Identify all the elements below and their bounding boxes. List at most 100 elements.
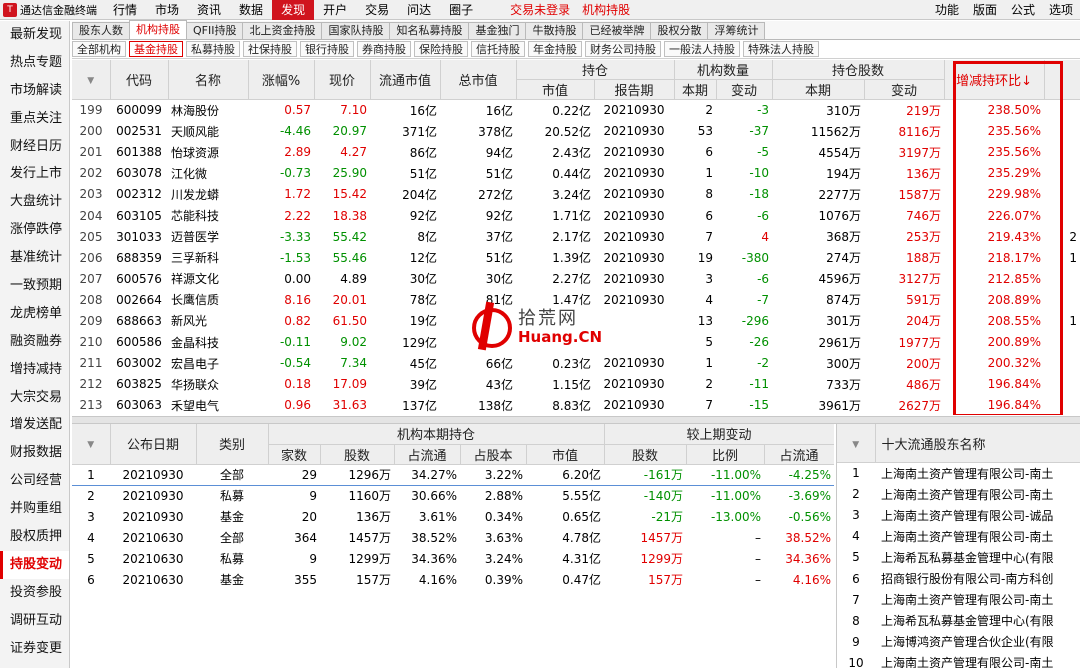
menu-item-8[interactable]: 圈子 xyxy=(440,0,482,20)
col-header-float-cap[interactable]: 流通市值 xyxy=(370,60,441,100)
sidebar-item-9[interactable]: 一致预期 xyxy=(0,272,69,300)
sidebar-item-8[interactable]: 基准统计 xyxy=(0,244,69,272)
subtab-1[interactable]: 基金持股 xyxy=(129,41,183,57)
sort-toggle-icon[interactable]: ▼ xyxy=(72,60,111,100)
bl-col-count[interactable]: 家数 xyxy=(268,444,321,465)
bl-col-mv[interactable]: 市值 xyxy=(526,444,605,465)
table-row[interactable]: 213 603063 禾望电气 0.96 31.63 137亿 138亿 8.83亿 20210… xyxy=(72,395,1080,415)
subtab-6[interactable]: 保险持股 xyxy=(414,41,468,57)
col-header-code[interactable]: 代码 xyxy=(110,60,169,100)
bl-col-date[interactable]: 公布日期 xyxy=(110,424,197,465)
subtab-9[interactable]: 财务公司持股 xyxy=(585,41,661,57)
right-menu-item-2[interactable]: 公式 xyxy=(1004,0,1042,20)
br-sort-toggle-icon[interactable]: ▼ xyxy=(837,424,876,463)
sidebar-item-12[interactable]: 增持减持 xyxy=(0,356,69,384)
holder-row[interactable]: 5 上海希瓦私募基金管理中心(有限 xyxy=(837,547,1080,568)
holder-row[interactable]: 3 上海南土资产管理有限公司-诚品 xyxy=(837,505,1080,526)
table-row[interactable]: 200 002531 天顺风能 -4.46 20.97 371亿 378亿 20.52亿 202… xyxy=(72,121,1080,142)
bl-col-float-pct[interactable]: 占流通 xyxy=(394,444,461,465)
col-header-total-cap[interactable]: 总市值 xyxy=(440,60,517,100)
table-row[interactable]: 201 601388 怡球资源 2.89 4.27 86亿 94亿 2.43亿 20210930… xyxy=(72,142,1080,163)
table-row[interactable]: 204 603105 芯能科技 2.22 18.38 92亿 92亿 1.71亿 2021093… xyxy=(72,205,1080,226)
tab-1[interactable]: 机构持股 xyxy=(129,20,187,39)
sidebar-item-20[interactable]: 投资参股 xyxy=(0,579,69,607)
right-menu-item-0[interactable]: 功能 xyxy=(928,0,966,20)
col-header-price[interactable]: 现价 xyxy=(314,60,371,100)
bl-col-chg-ratio[interactable]: 比例 xyxy=(686,444,765,465)
panel-divider[interactable] xyxy=(72,416,1080,424)
col-header-shares-change[interactable]: 变动 xyxy=(864,79,945,100)
sidebar-item-10[interactable]: 龙虎榜单 xyxy=(0,300,69,328)
bl-col-category[interactable]: 类别 xyxy=(196,424,269,465)
table-row[interactable]: 202 603078 江化微 -0.73 25.90 51亿 51亿 0.44亿 2021093… xyxy=(72,163,1080,184)
table-row[interactable]: 199 600099 林海股份 0.57 7.10 16亿 16亿 0.22亿 20210930… xyxy=(72,100,1080,121)
table-row[interactable]: 211 603002 宏昌电子 -0.54 7.34 45亿 66亿 0.23亿 2021093… xyxy=(72,353,1080,374)
sidebar-item-3[interactable]: 重点关注 xyxy=(0,105,69,133)
subtab-7[interactable]: 信托持股 xyxy=(471,41,525,57)
sidebar-item-16[interactable]: 公司经营 xyxy=(0,467,69,495)
col-header-qoq-change[interactable]: 增减持环比↓ xyxy=(944,60,1045,100)
br-col-holder-name[interactable]: 十大流通股东名称 xyxy=(875,424,1080,463)
tab-0[interactable]: 股东人数 xyxy=(72,22,130,39)
tab-7[interactable]: 牛散持股 xyxy=(525,22,584,39)
history-row[interactable]: 1 20210930 全部 29 1296万 34.27% 3.22% 6.20亿 -161万 -… xyxy=(72,464,834,486)
sidebar-item-14[interactable]: 增发送配 xyxy=(0,411,69,439)
sidebar-item-0[interactable]: 最新发现 xyxy=(0,21,69,49)
bl-sort-toggle-icon[interactable]: ▼ xyxy=(72,424,111,465)
history-row[interactable]: 5 20210630 私募 9 1299万 34.36% 3.24% 4.31亿 1299万 – 3… xyxy=(72,548,834,569)
sidebar-item-21[interactable]: 调研互动 xyxy=(0,607,69,635)
subtab-4[interactable]: 银行持股 xyxy=(300,41,354,57)
table-row[interactable]: 207 600576 祥源文化 0.00 4.89 30亿 30亿 2.27亿 20210930… xyxy=(72,268,1080,289)
right-menu-item-3[interactable]: 选项 xyxy=(1042,0,1080,20)
sidebar-item-13[interactable]: 大宗交易 xyxy=(0,384,69,412)
login-status[interactable]: 交易未登录 xyxy=(510,1,570,18)
menu-item-0[interactable]: 行情 xyxy=(104,0,146,20)
col-header-report-period[interactable]: 报告期 xyxy=(594,79,675,100)
right-menu-item-1[interactable]: 版面 xyxy=(966,0,1004,20)
subtab-8[interactable]: 年金持股 xyxy=(528,41,582,57)
tab-8[interactable]: 已经被举牌 xyxy=(582,22,652,39)
tab-6[interactable]: 基金独门 xyxy=(468,22,527,39)
subtab-2[interactable]: 私募持股 xyxy=(186,41,240,57)
sidebar-item-6[interactable]: 大盘统计 xyxy=(0,188,69,216)
sidebar-item-11[interactable]: 融资融券 xyxy=(0,328,69,356)
holder-row[interactable]: 6 招商银行股份有限公司-南方科创 xyxy=(837,568,1080,589)
subtab-0[interactable]: 全部机构 xyxy=(72,41,126,57)
history-row[interactable]: 2 20210930 私募 9 1160万 30.66% 2.88% 5.55亿 -140万 -1… xyxy=(72,485,834,506)
sidebar-item-18[interactable]: 股权质押 xyxy=(0,523,69,551)
menu-item-6[interactable]: 交易 xyxy=(356,0,398,20)
history-row[interactable]: 3 20210930 基金 20 136万 3.61% 0.34% 0.65亿 -21万 -13.… xyxy=(72,506,834,527)
tab-10[interactable]: 浮筹统计 xyxy=(707,22,766,39)
sidebar-item-1[interactable]: 热点专题 xyxy=(0,49,69,77)
col-header-shares-current[interactable]: 本期 xyxy=(772,79,865,100)
col-header-inst-current[interactable]: 本期 xyxy=(674,79,717,100)
table-row[interactable]: 203 002312 川发龙蟒 1.72 15.42 204亿 272亿 3.24亿 20210… xyxy=(72,184,1080,205)
holder-row[interactable]: 2 上海南土资产管理有限公司-南土 xyxy=(837,484,1080,505)
bl-col-cap-pct[interactable]: 占股本 xyxy=(460,444,527,465)
col-header-change-pct[interactable]: 涨幅% xyxy=(248,60,315,100)
menu-item-4[interactable]: 发现 xyxy=(272,0,315,20)
bl-col-chg-float[interactable]: 占流通 xyxy=(764,444,834,465)
history-row[interactable]: 6 20210630 基金 355 157万 4.16% 0.39% 0.47亿 157万 – 4.… xyxy=(72,569,834,590)
bl-col-shares[interactable]: 股数 xyxy=(320,444,395,465)
col-header-market-value[interactable]: 市值 xyxy=(516,79,595,100)
history-row[interactable]: 4 20210630 全部 364 1457万 38.52% 3.63% 4.78亿 1457万… xyxy=(72,527,834,548)
menu-item-5[interactable]: 开户 xyxy=(314,0,356,20)
col-header-name[interactable]: 名称 xyxy=(168,60,249,100)
table-row[interactable]: 206 688359 三孚新科 -1.53 55.46 12亿 51亿 1.39亿 202109… xyxy=(72,247,1080,268)
tab-5[interactable]: 知名私募持股 xyxy=(389,22,470,39)
holder-row[interactable]: 10 上海南土资产管理有限公司-南土 xyxy=(837,652,1080,668)
holder-row[interactable]: 4 上海南土资产管理有限公司-南土 xyxy=(837,526,1080,547)
sidebar-item-17[interactable]: 并购重组 xyxy=(0,495,69,523)
holder-row[interactable]: 7 上海南土资产管理有限公司-南土 xyxy=(837,589,1080,610)
table-row[interactable]: 212 603825 华扬联众 0.18 17.09 39亿 43亿 1.15亿 2021093… xyxy=(72,374,1080,395)
menu-item-3[interactable]: 数据 xyxy=(230,0,272,20)
subtab-5[interactable]: 券商持股 xyxy=(357,41,411,57)
subtab-3[interactable]: 社保持股 xyxy=(243,41,297,57)
sidebar-item-2[interactable]: 市场解读 xyxy=(0,77,69,105)
subtab-10[interactable]: 一般法人持股 xyxy=(664,41,740,57)
sidebar-item-19[interactable]: 持股变动 xyxy=(0,550,69,579)
holder-row[interactable]: 8 上海希瓦私募基金管理中心(有限 xyxy=(837,610,1080,631)
table-row[interactable]: 205 301033 迈普医学 -3.33 55.42 8亿 37亿 2.17亿 2021093… xyxy=(72,226,1080,247)
table-row[interactable]: 208 002664 长鹰信质 8.16 20.01 78亿 81亿 1.47亿 2021093… xyxy=(72,289,1080,310)
